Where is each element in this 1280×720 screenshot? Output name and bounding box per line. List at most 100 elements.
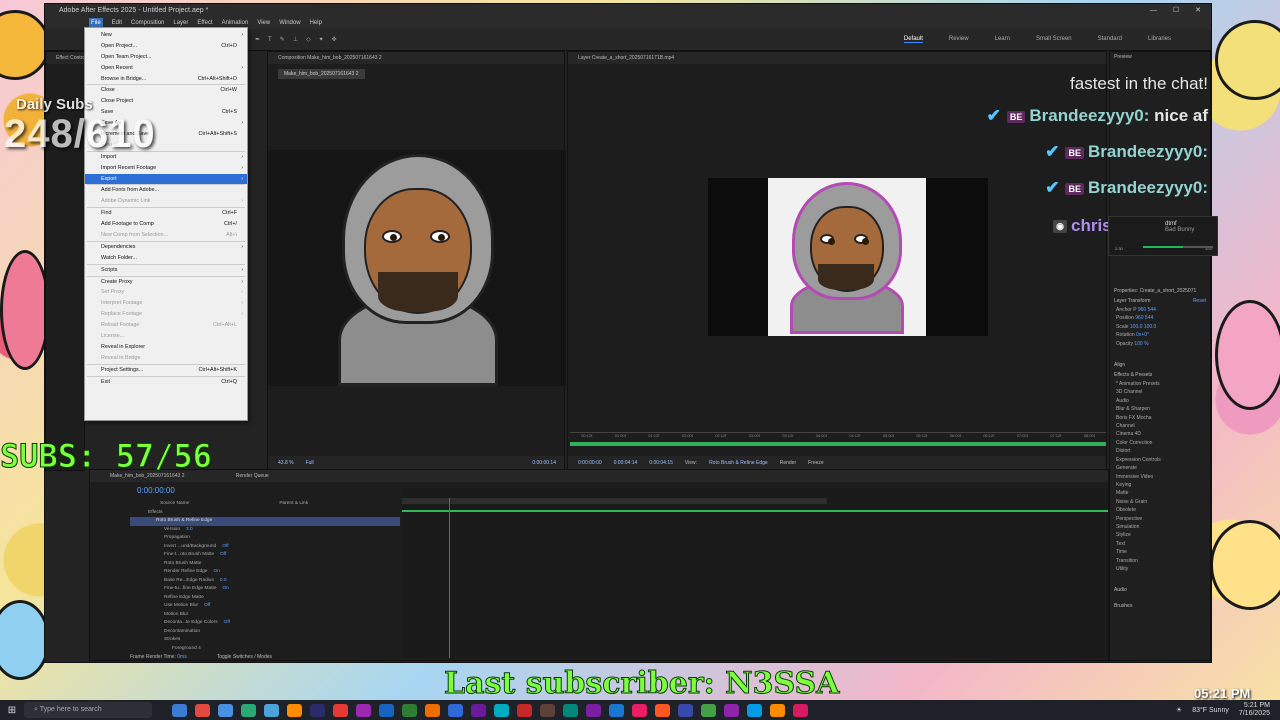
taskbar-app-icon[interactable] [540,703,555,717]
effects-category[interactable]: Keying [1110,481,1210,489]
file-menu-item-open-team-project[interactable]: Open Team Project... [85,52,247,63]
effects-category[interactable]: Cinema 4D [1110,430,1210,438]
file-menu-item-export[interactable]: Export › [85,173,247,185]
maximize-icon[interactable]: ☐ [1173,4,1179,18]
track-progress-bar[interactable] [1143,246,1213,248]
file-menu-item-adobe-dynamic-link[interactable]: Adobe Dynamic Link › [85,196,247,207]
audio-panel-title[interactable]: Audio [1110,585,1210,595]
effects-category[interactable]: Boris FX Mocha [1110,414,1210,422]
stamp-tool-icon[interactable]: ⊥ [293,36,298,43]
file-menu-item-scripts[interactable]: Scripts › [85,265,247,276]
timeline-property-row[interactable]: Version 3.0 [130,526,400,535]
pen-tool-icon[interactable]: ✒ [255,36,260,43]
effects-category[interactable]: Distort [1110,447,1210,455]
layer-canvas[interactable] [708,178,988,336]
taskbar-app-icon[interactable] [264,703,279,717]
reset-button[interactable]: Reset [1193,298,1206,304]
col-source-name[interactable]: Source Name [160,500,189,509]
taskbar-app-icon[interactable] [241,703,256,717]
taskbar-app-icon[interactable] [632,703,647,717]
file-menu-item-set-proxy[interactable]: Set Proxy › [85,287,247,298]
composition-tab[interactable]: Composition Make_him_bob_202507161643 2 [268,52,564,64]
taskbar-app-icon[interactable] [471,703,486,717]
property-value[interactable]: 960 544 [1138,307,1156,313]
taskbar-app-icon[interactable] [310,703,325,717]
taskbar-app-icon[interactable] [195,703,210,717]
timeline-property-row[interactable]: Base Re...Edge Radius 0.0 [130,577,400,586]
weather-icon[interactable]: ☀ [1176,706,1182,714]
menu-window[interactable]: Window [279,18,300,29]
zoom-level[interactable]: 43.8 % [278,456,294,470]
timeline-property-row[interactable]: Fine-tu...fine Edge Matte On [130,585,400,594]
file-menu-item-add-footage-to-comp[interactable]: Add Footage to Comp Ctrl+/ [85,219,247,230]
workspace-review[interactable]: Review [949,36,969,43]
property-value[interactable]: Off [204,603,210,608]
windows-start-icon[interactable]: ⊞ [0,705,24,716]
workspace-standard[interactable]: Standard [1098,36,1122,43]
timeline-property-row[interactable]: Foreground 4 [130,645,400,654]
taskbar-app-icon[interactable] [333,703,348,717]
timeline-property-row[interactable]: Deconta...te Edge Colors Off [130,619,400,628]
property-value[interactable]: 960 544 [1135,315,1153,321]
taskbar-app-icon[interactable] [287,703,302,717]
effects-category[interactable]: Time [1110,548,1210,556]
taskbar-app-icon[interactable] [448,703,463,717]
file-menu-item-license[interactable]: License... [85,331,247,342]
effects-category[interactable]: 3D Channel [1110,388,1210,396]
taskbar-app-icon[interactable] [701,703,716,717]
effects-category[interactable]: Generate [1110,464,1210,472]
file-menu-item-open-project[interactable]: Open Project... Ctrl+O [85,41,247,52]
file-menu-item-reveal-in-bridge[interactable]: Reveal in Bridge [85,353,247,364]
file-menu-item-close-project[interactable]: Close Project [85,96,247,107]
timeline-property-row[interactable]: Fine-t...oto Brush Matte Off [130,551,400,560]
effects-category[interactable]: Stylize [1110,531,1210,539]
file-menu-item-open-recent[interactable]: Open Recent › [85,63,247,74]
weather-text[interactable]: 83°F Sunny [1192,707,1229,714]
taskbar-app-icon[interactable] [379,703,394,717]
close-icon[interactable]: ✕ [1195,4,1201,18]
brush-tool-icon[interactable]: ✎ [280,36,285,43]
property-value[interactable]: On [213,569,219,574]
view-select[interactable]: Roto Brush & Refine Edge [709,456,768,470]
layer-time-ruler[interactable]: 00:12f 01:00f 01:12f 02:00f 02:12f 03:00… [570,432,1106,440]
property-value[interactable]: 0x+0° [1136,332,1149,338]
taskbar-app-icon[interactable] [609,703,624,717]
file-menu-item-exit[interactable]: Exit Ctrl+Q [85,377,247,388]
taskbar-app-icon[interactable] [425,703,440,717]
file-menu-item-new-comp-from-selection[interactable]: New Comp from Selection... Alt+\ [85,230,247,241]
toggle-switches-modes[interactable]: Toggle Switches / Modes [217,654,272,660]
taskbar-app-icon[interactable] [770,703,785,717]
workspace-learn[interactable]: Learn [995,36,1010,43]
property-value[interactable]: 0.0 [220,578,227,583]
menu-help[interactable]: Help [310,18,322,29]
taskbar-app-icon[interactable] [494,703,509,717]
timeline-property-row[interactable]: Render Refine Edge On [130,568,400,577]
effects-category[interactable]: Noise & Grain [1110,498,1210,506]
taskbar-app-icon[interactable] [724,703,739,717]
freeze-button[interactable]: Freeze [808,456,824,470]
property-value[interactable]: Off [224,620,230,625]
text-tool-icon[interactable]: T [268,37,272,43]
effects-category[interactable]: Perspective [1110,515,1210,523]
roto-tool-icon[interactable]: ✦ [319,36,324,43]
minimize-icon[interactable]: — [1150,4,1157,18]
timeline-property-row[interactable]: Roto Brush & Refine Edge [130,517,400,526]
taskbar-app-icon[interactable] [747,703,762,717]
file-menu-item-new[interactable]: New › [85,30,247,41]
file-menu-item-dependencies[interactable]: Dependencies › [85,242,247,253]
effects-category[interactable]: Transition [1110,557,1210,565]
composition-subtab[interactable]: Make_him_bob_202507161643 2 [278,69,365,79]
render-queue-tab[interactable]: Render Queue [236,473,269,479]
workspace-small-screen[interactable]: Small Screen [1036,36,1072,43]
file-menu-item-project-settings[interactable]: Project Settings... Ctrl+Alt+Shift+K [85,365,247,376]
taskbar-clock[interactable]: 5:21 PM 7/16/2025 [1239,702,1270,718]
property-value[interactable]: On [223,586,229,591]
col-parent-link[interactable]: Parent & Link [279,500,308,509]
file-menu-item-import-recent-footage[interactable]: Import Recent Footage › [85,163,247,174]
taskbar-app-icon[interactable] [563,703,578,717]
taskbar-app-icon[interactable] [517,703,532,717]
playhead[interactable] [449,498,450,658]
effects-category[interactable]: Obsolete [1110,506,1210,514]
property-value[interactable]: 100 % [1134,341,1148,347]
timeline-property-row[interactable]: Use Motion Blur Off [130,602,400,611]
